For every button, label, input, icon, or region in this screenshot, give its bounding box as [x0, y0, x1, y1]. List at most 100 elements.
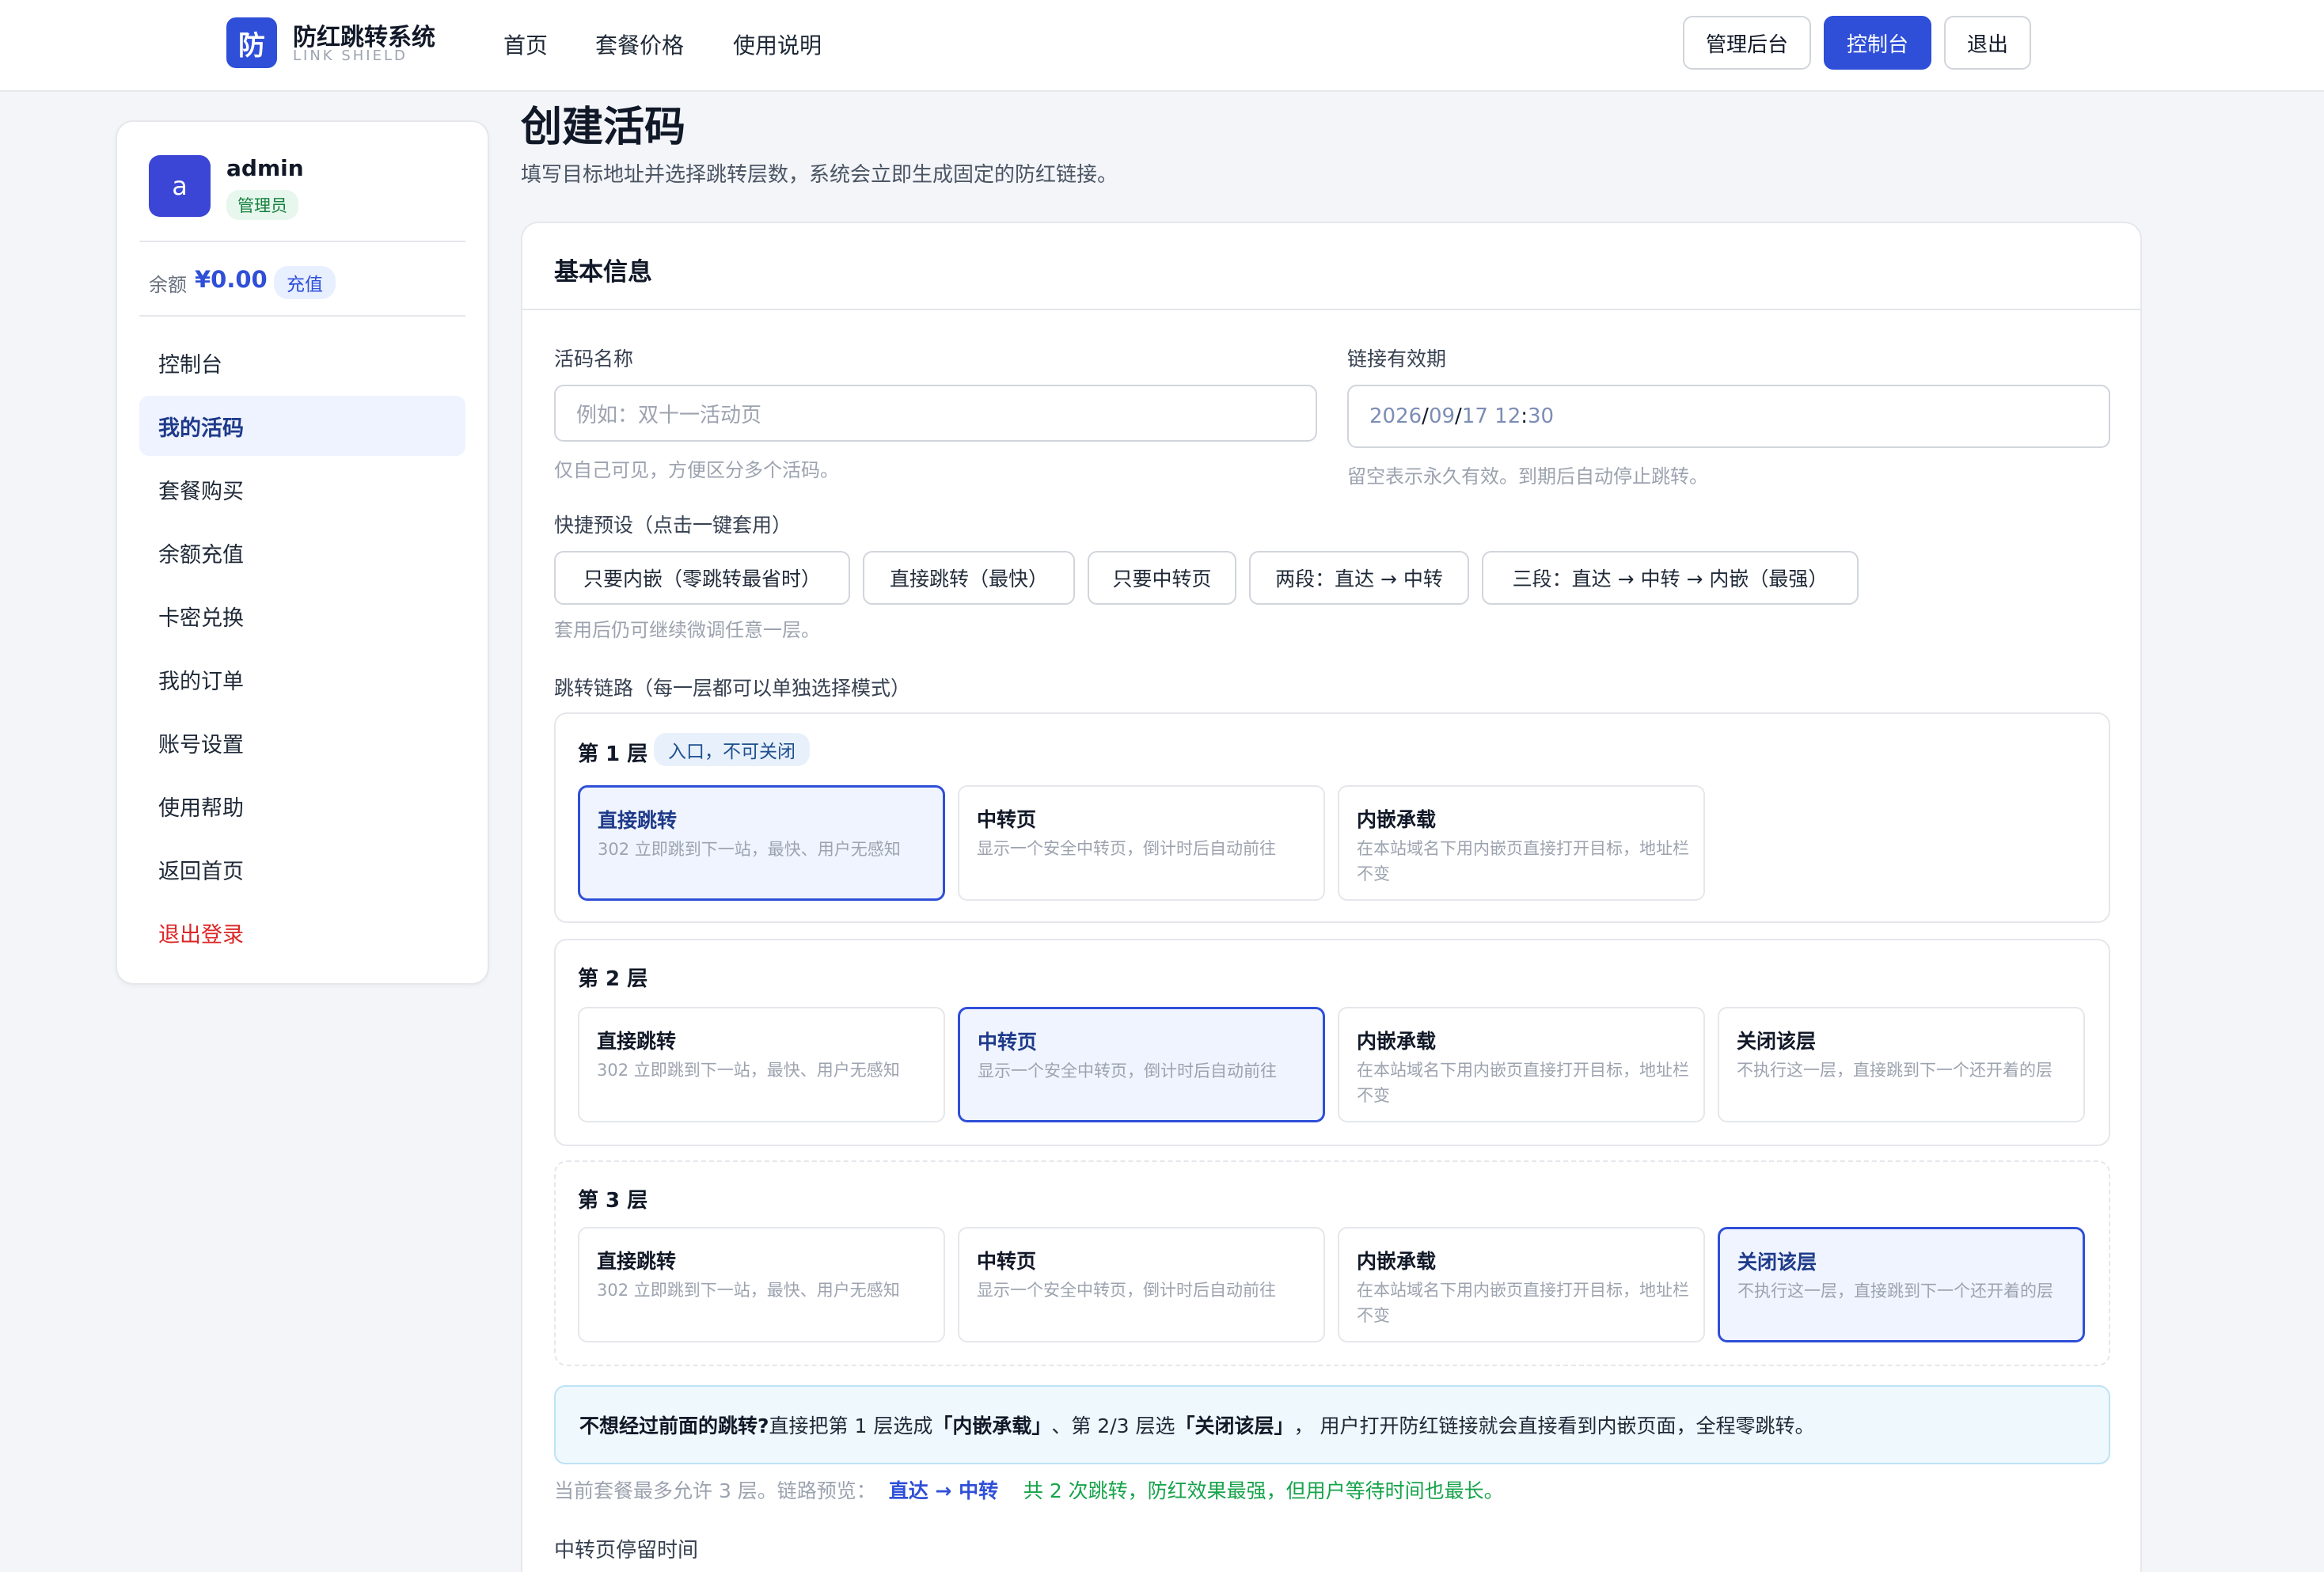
option-title: 关闭该层: [1737, 1251, 1817, 1274]
expiry-year: 2026: [1369, 404, 1422, 428]
layer2-option-embed[interactable]: 内嵌承载 在本站域名下用内嵌页直接打开目标，地址栏不变: [1338, 1007, 1705, 1122]
expiry-hour: 12: [1494, 404, 1521, 428]
page-subtitle: 填写目标地址并选择跳转层数，系统会立即生成固定的防红链接。: [521, 163, 1118, 187]
sidebar-item-logout[interactable]: 退出登录: [139, 902, 465, 963]
avatar: a: [149, 155, 211, 217]
chain-label: 跳转链路（每一层都可以单独选择模式）: [554, 677, 911, 700]
layer3-option-direct[interactable]: 直接跳转 302 立即跳到下一站，最快、用户无感知: [578, 1227, 945, 1342]
tip-highlight-off: 「关闭该层」: [1175, 1414, 1294, 1437]
preset-three-stage[interactable]: 三段：直达 → 中转 → 内嵌（最强）: [1482, 551, 1859, 605]
preset-label: 快捷预设（点击一键套用）: [554, 514, 792, 537]
date-separator: /: [1422, 404, 1429, 428]
layer1-option-transit[interactable]: 中转页 显示一个安全中转页，倒计时后自动前往: [958, 785, 1325, 901]
admin-panel-button[interactable]: 管理后台: [1683, 16, 1811, 70]
preview-note: 共 2 次跳转，防红效果最强，但用户等待时间也最长。: [1023, 1479, 1504, 1502]
option-title: 中转页: [977, 1250, 1037, 1273]
tip-text: 、第 2/3 层选: [1051, 1414, 1175, 1437]
nav-home[interactable]: 首页: [503, 28, 548, 60]
tip-text: 直接把第 1 层选成: [769, 1414, 933, 1437]
option-title: 直接跳转: [597, 1030, 677, 1053]
sidebar-divider: [139, 241, 465, 242]
expiry-month: 09: [1428, 404, 1456, 428]
layer-3: 第 3 层 直接跳转 302 立即跳到下一站，最快、用户无感知 中转页 显示一个…: [554, 1160, 2110, 1366]
option-title: 中转页: [977, 808, 1037, 831]
user-name: admin: [226, 155, 304, 181]
layer-2: 第 2 层 直接跳转 302 立即跳到下一站，最快、用户无感知 中转页 显示一个…: [554, 939, 2110, 1146]
layer2-option-direct[interactable]: 直接跳转 302 立即跳到下一站，最快、用户无感知: [578, 1007, 945, 1122]
expiry-minute: 30: [1528, 404, 1555, 428]
sidebar-item-buy-plan[interactable]: 套餐购买: [139, 459, 465, 519]
top-navbar: 防 防红跳转系统 LINK SHIELD 首页 套餐价格 使用说明 管理后台 控…: [0, 0, 2324, 92]
preset-two-stage[interactable]: 两段：直达 → 中转: [1249, 551, 1469, 605]
brand-subtitle: LINK SHIELD: [293, 47, 408, 64]
basic-info-card: 基本信息 活码名称 例如：双十一活动页 仅自己可见，方便区分多个活码。 链接有效…: [521, 222, 2142, 1572]
layer3-option-transit[interactable]: 中转页 显示一个安全中转页，倒计时后自动前往: [958, 1227, 1325, 1342]
option-desc: 在本站域名下用内嵌页直接打开目标，地址栏不变: [1357, 839, 1689, 883]
sidebar-item-account[interactable]: 账号设置: [139, 712, 465, 773]
console-button[interactable]: 控制台: [1824, 16, 1931, 70]
preset-hint: 套用后仍可继续微调任意一层。: [554, 619, 820, 641]
option-title: 直接跳转: [597, 1250, 677, 1273]
layer2-option-transit[interactable]: 中转页 显示一个安全中转页，倒计时后自动前往: [958, 1007, 1325, 1122]
layer1-option-direct[interactable]: 直接跳转 302 立即跳到下一站，最快、用户无感知: [578, 785, 945, 901]
nav-guide[interactable]: 使用说明: [733, 28, 822, 60]
option-title: 内嵌承载: [1357, 808, 1437, 831]
preset-direct[interactable]: 直接跳转（最快）: [863, 551, 1075, 605]
sidebar-item-my-codes[interactable]: 我的活码: [139, 396, 465, 456]
logout-button[interactable]: 退出: [1944, 16, 2031, 70]
sidebar: a admin 管理员 余额 ¥0.00 充值 控制台 我的活码 套餐购买 余额…: [116, 120, 489, 985]
option-title: 关闭该层: [1737, 1030, 1817, 1053]
option-desc: 在本站域名下用内嵌页直接打开目标，地址栏不变: [1357, 1281, 1689, 1325]
layer-title: 第 2 层: [578, 967, 648, 991]
preset-transit-only[interactable]: 只要中转页: [1088, 551, 1236, 605]
option-desc: 在本站域名下用内嵌页直接打开目标，地址栏不变: [1357, 1061, 1689, 1105]
tip-text: ， 用户打开防红链接就会直接看到内嵌页面，全程零跳转。: [1293, 1414, 1815, 1437]
layer1-option-embed[interactable]: 内嵌承载 在本站域名下用内嵌页直接打开目标，地址栏不变: [1338, 785, 1705, 901]
brand-logo-icon[interactable]: 防: [226, 17, 277, 68]
sidebar-item-help[interactable]: 使用帮助: [139, 776, 465, 836]
expiry-hint: 留空表示永久有效。到期后自动停止跳转。: [1347, 465, 1708, 488]
sidebar-item-redeem[interactable]: 卡密兑换: [139, 586, 465, 646]
option-title: 内嵌承载: [1357, 1030, 1437, 1053]
layer3-option-off[interactable]: 关闭该层 不执行这一层，直接跳到下一个还开着的层: [1718, 1227, 2085, 1342]
layer-1: 第 1 层 入口，不可关闭 直接跳转 302 立即跳到下一站，最快、用户无感知 …: [554, 712, 2110, 923]
layer-title: 第 3 层: [578, 1189, 648, 1213]
card-divider: [522, 309, 2140, 310]
tip-question: 不想经过前面的跳转?: [579, 1414, 769, 1437]
preview-text: 当前套餐最多允许 3 层。链路预览：: [554, 1479, 876, 1502]
sidebar-item-orders[interactable]: 我的订单: [139, 649, 465, 709]
option-desc: 显示一个安全中转页，倒计时后自动前往: [977, 839, 1276, 858]
card-title: 基本信息: [554, 258, 652, 287]
layer2-option-off[interactable]: 关闭该层 不执行这一层，直接跳到下一个还开着的层: [1718, 1007, 2085, 1122]
option-title: 中转页: [978, 1031, 1038, 1054]
option-desc: 302 立即跳到下一站，最快、用户无感知: [597, 1061, 900, 1080]
layer-title: 第 1 层: [578, 742, 648, 766]
preset-embed-only[interactable]: 只要内嵌（零跳转最省时）: [554, 551, 850, 605]
sidebar-item-console[interactable]: 控制台: [139, 332, 465, 393]
option-title: 内嵌承载: [1357, 1250, 1437, 1273]
layer3-option-embed[interactable]: 内嵌承载 在本站域名下用内嵌页直接打开目标，地址栏不变: [1338, 1227, 1705, 1342]
recharge-link[interactable]: 充值: [274, 266, 336, 299]
option-desc: 不执行这一层，直接跳到下一个还开着的层: [1737, 1061, 2052, 1080]
chain-preview: 当前套餐最多允许 3 层。链路预览： 直达 → 中转 共 2 次跳转，防红效果最…: [554, 1475, 1504, 1504]
expiry-datetime-input[interactable]: 2026/09/17 12:30: [1347, 385, 2110, 448]
page-title: 创建活码: [521, 104, 686, 151]
balance-amount: ¥0.00: [195, 266, 268, 293]
zero-redirect-tip: 不想经过前面的跳转? 直接把第 1 层选成 「内嵌承载」 、第 2/3 层选 「关闭该…: [554, 1385, 2110, 1464]
expiry-label: 链接有效期: [1347, 347, 1447, 370]
sidebar-divider: [139, 315, 465, 317]
nav-pricing[interactable]: 套餐价格: [595, 28, 684, 60]
time-separator: :: [1521, 404, 1528, 428]
name-hint: 仅自己可见，方便区分多个活码。: [554, 459, 839, 481]
option-desc: 302 立即跳到下一站，最快、用户无感知: [597, 1281, 900, 1300]
role-badge: 管理员: [226, 190, 298, 220]
sidebar-item-home[interactable]: 返回首页: [139, 839, 465, 899]
date-separator: /: [1455, 404, 1462, 428]
option-desc: 显示一个安全中转页，倒计时后自动前往: [977, 1281, 1276, 1300]
sidebar-item-recharge[interactable]: 余额充值: [139, 522, 465, 583]
option-desc: 显示一个安全中转页，倒计时后自动前往: [978, 1061, 1277, 1080]
option-desc: 302 立即跳到下一站，最快、用户无感知: [598, 840, 901, 859]
option-title: 直接跳转: [598, 809, 678, 832]
option-desc: 不执行这一层，直接跳到下一个还开着的层: [1737, 1282, 2053, 1301]
name-input[interactable]: 例如：双十一活动页: [554, 385, 1317, 442]
